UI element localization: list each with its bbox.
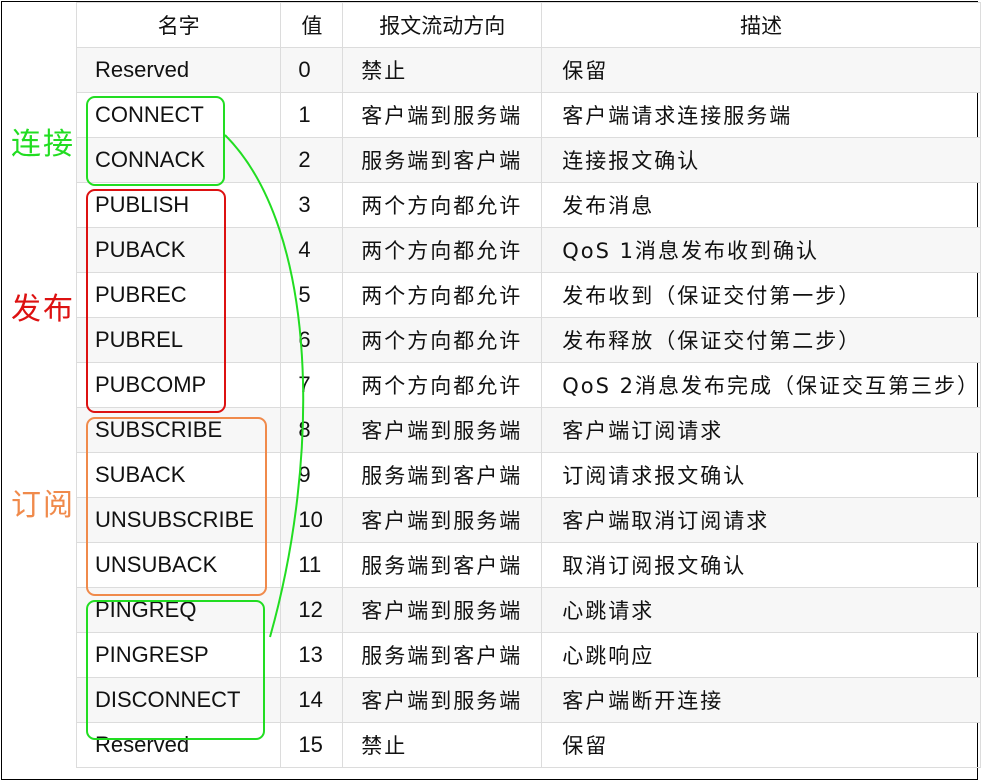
connect-ping-arc-path: [224, 134, 305, 638]
connect-ping-arc: [224, 134, 305, 638]
